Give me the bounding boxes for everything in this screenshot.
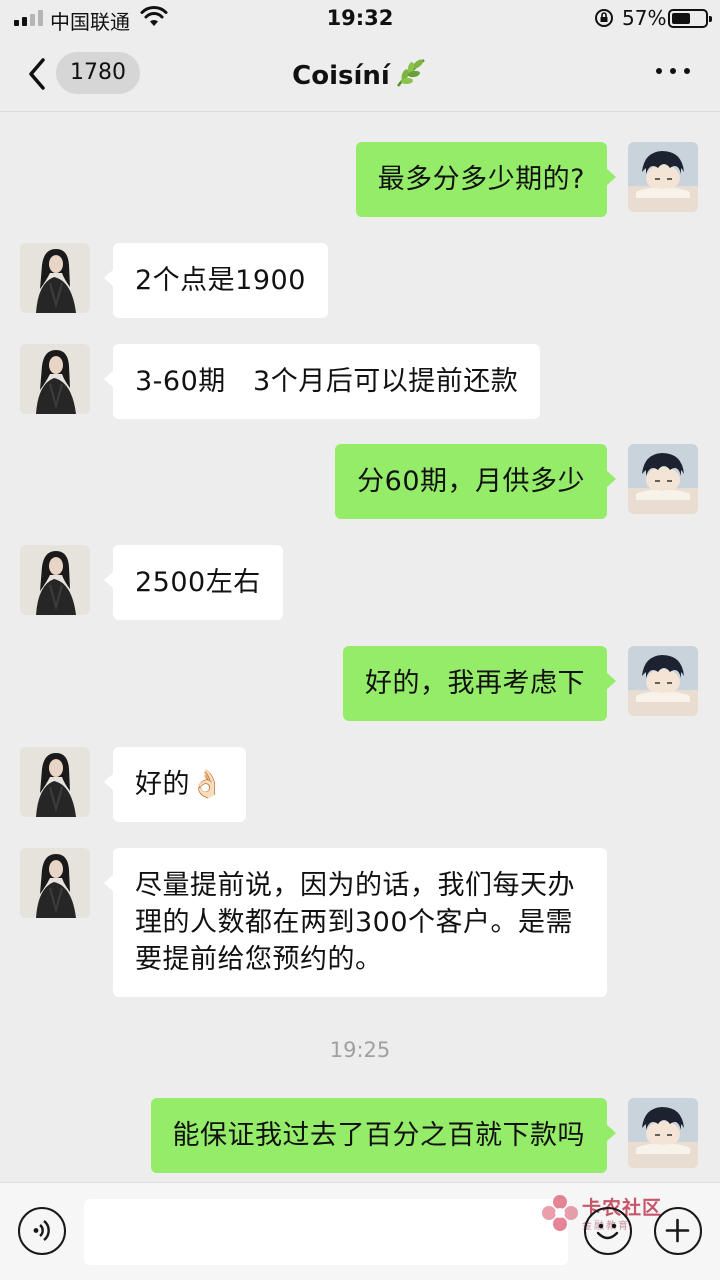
battery-percent: 57% [622,6,667,30]
message-bubble[interactable]: 2个点是1900 [104,243,328,318]
message-input[interactable] [84,1199,568,1265]
status-bar: 中国联通 19:32 57% [0,0,720,36]
more-options-icon[interactable] [656,68,690,78]
plus-icon [665,1218,690,1243]
message-timestamp: 19:25 [329,1038,391,1062]
message-bubble[interactable]: 能保证我过去了百分之百就下款吗 [150,1098,616,1173]
smiley-icon [596,1223,619,1240]
input-bar: 卡农社区 金融教育 [0,1182,720,1280]
contact-avatar[interactable] [20,344,90,414]
message-bubble[interactable]: 分60期，月供多少 [335,444,616,519]
my-avatar[interactable] [628,444,698,514]
message-bubble[interactable]: 2500左右 [104,545,283,620]
message-bubble[interactable]: 尽量提前说，因为的话，我们每天办理的人数都在两到300个客户。是需要提前给您预约… [104,848,607,997]
more-functions-button[interactable] [654,1207,702,1255]
my-avatar[interactable] [628,646,698,716]
emoji-button[interactable] [584,1207,632,1255]
my-avatar[interactable] [628,1098,698,1168]
message-bubble[interactable]: 最多分多少期的? [355,142,617,217]
message-bubble[interactable]: 好的👌🏻 [103,747,247,822]
herb-leaf-icon [396,59,425,87]
contact-avatar[interactable] [20,545,90,615]
battery-icon [668,9,712,28]
voice-icon [33,1220,50,1241]
chat-title-text: Coisíní [292,61,390,91]
nav-bar: 1780 Coisíní [0,36,720,112]
message-bubble[interactable]: 3-60期 3个月后可以提前还款 [103,344,541,419]
watermark-flower-icon [542,1195,578,1231]
chat-title: Coisíní [0,56,720,91]
contact-avatar[interactable] [20,747,90,817]
contact-avatar[interactable] [20,848,90,918]
my-avatar[interactable] [628,142,698,212]
chat-message-list[interactable]: 最多分多少期的? 2个点是1900 3-60期 3个月后可以提前还款 分60期，… [0,112,720,1182]
voice-input-button[interactable] [18,1207,66,1255]
contact-avatar[interactable] [20,243,90,313]
message-bubble[interactable]: 好的，我再考虑下 [343,646,616,721]
battery-level [672,13,691,24]
rotation-lock-icon [595,9,613,27]
